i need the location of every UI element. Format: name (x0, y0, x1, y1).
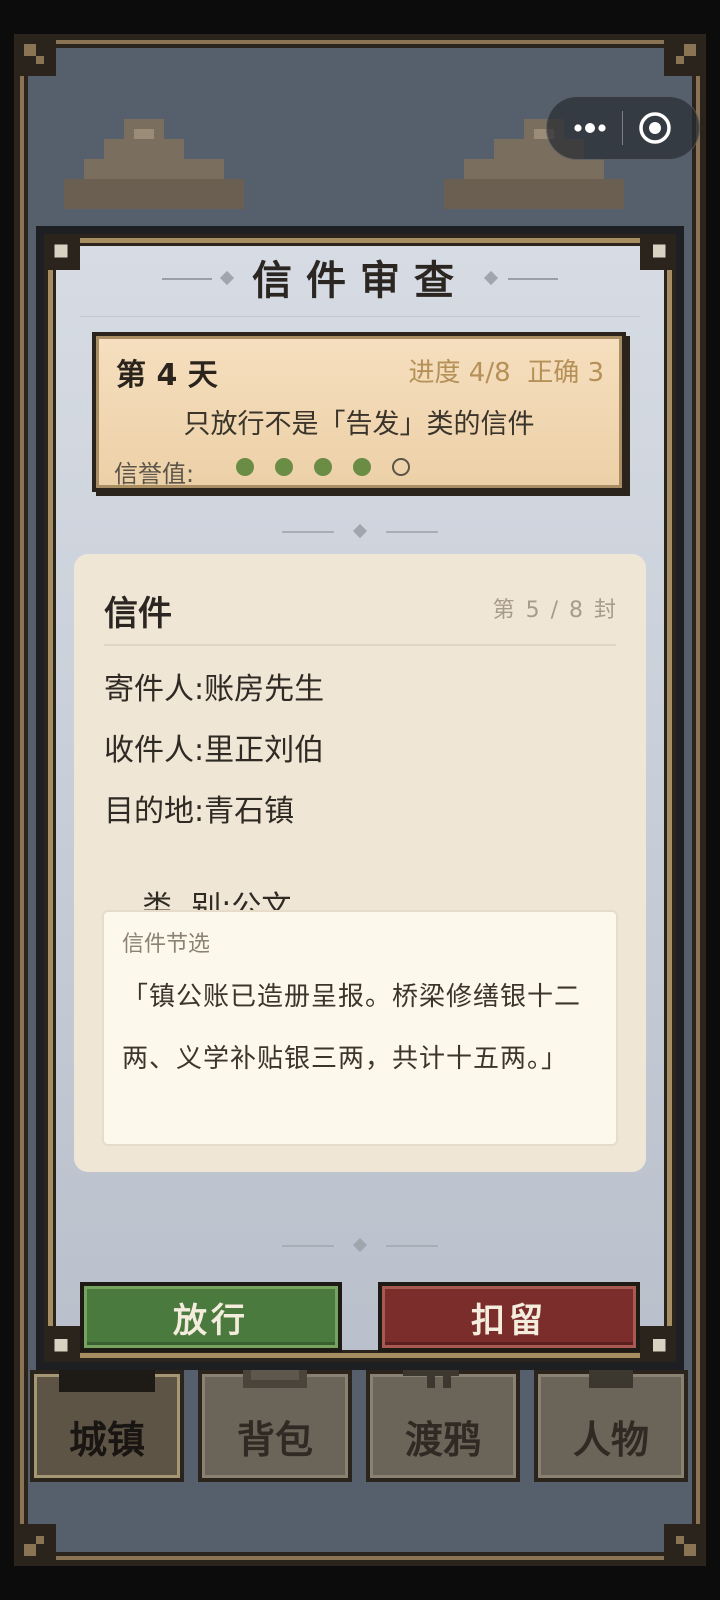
letter-count: 第 5 / 8 封 (492, 598, 618, 623)
tab-label: 城镇 (68, 1418, 145, 1462)
progress-label: 进度 4/8 正确 3 (409, 352, 604, 389)
tab-label: 渡鸦 (404, 1418, 481, 1462)
miniprogram-capsule (546, 96, 700, 160)
rule-text: 只放行不是「告发」类的信件 (183, 409, 535, 440)
detain-button[interactable]: 扣留 (378, 1282, 640, 1352)
tab-characters[interactable]: 人物 (534, 1352, 688, 1482)
modal-title: 信件审查 (252, 258, 468, 304)
frame-corner-ornament (16, 36, 56, 76)
sender-label: 寄件人: (104, 672, 205, 707)
letter-excerpt: 信件节选 「镇公账已造册呈报。桥梁修缮银十二两、义学补贴银三两，共计十五两。」 (102, 910, 618, 1146)
reputation-dot-filled (275, 458, 293, 476)
letter-title: 信件 (104, 594, 172, 634)
letter-divider (104, 644, 616, 646)
recipient-label: 收件人: (104, 733, 205, 768)
reputation-dot-filled (353, 458, 371, 476)
frame-corner-ornament (664, 1524, 704, 1564)
section-divider (282, 1245, 334, 1247)
destination-value: 青石镇 (204, 794, 295, 829)
title-underline (80, 316, 640, 317)
frame-corner-ornament (16, 1524, 56, 1564)
tab-label: 背包 (236, 1418, 313, 1462)
letter-card: 信件 第 5 / 8 封 寄件人:账房先生 收件人:里正刘伯 目的地:青石镇 类… (74, 554, 646, 1172)
reputation-dot-empty (392, 458, 410, 476)
tab-label: 人物 (572, 1418, 649, 1462)
reputation-label: 信誉值: (114, 460, 195, 488)
modal-corner-ornament (640, 1326, 674, 1360)
section-divider (386, 1245, 438, 1247)
sender-value: 账房先生 (204, 672, 325, 707)
excerpt-label: 信件节选 (122, 932, 211, 957)
title-divider (162, 278, 212, 280)
destination-field: 目的地:青石镇 (104, 786, 294, 830)
correct-count: 正确 3 (527, 358, 604, 388)
sender-field: 寄件人:账房先生 (104, 664, 324, 708)
excerpt-text: 「镇公账已造册呈报。桥梁修缮银十二两、义学补贴银三两，共计十五两。」 (122, 982, 582, 1074)
title-divider (508, 278, 558, 280)
day-label: 第 4 天 (116, 358, 218, 393)
reputation-dot-filled (236, 458, 254, 476)
recipient-value: 里正刘伯 (204, 733, 325, 768)
more-dots-icon[interactable] (565, 111, 615, 145)
recipient-field: 收件人:里正刘伯 (104, 725, 324, 769)
target-circle-icon[interactable] (635, 109, 675, 147)
destination-label: 目的地: (104, 794, 205, 829)
release-button[interactable]: 放行 (80, 1282, 342, 1352)
tab-town[interactable]: 城镇 (30, 1352, 184, 1482)
tab-raven[interactable]: 渡鸦 (366, 1352, 520, 1482)
tab-backpack[interactable]: 背包 (198, 1352, 352, 1482)
frame-corner-ornament (664, 36, 704, 76)
reputation-dot-filled (314, 458, 332, 476)
pixel-cloud-icon (64, 118, 244, 210)
progress-text: 进度 4/8 (408, 358, 511, 388)
section-divider (386, 531, 438, 533)
modal-corner-ornament (46, 1326, 80, 1360)
day-info-banner: 第 4 天 进度 4/8 正确 3 只放行不是「告发」类的信件 信誉值: (92, 332, 626, 492)
section-divider (282, 531, 334, 533)
